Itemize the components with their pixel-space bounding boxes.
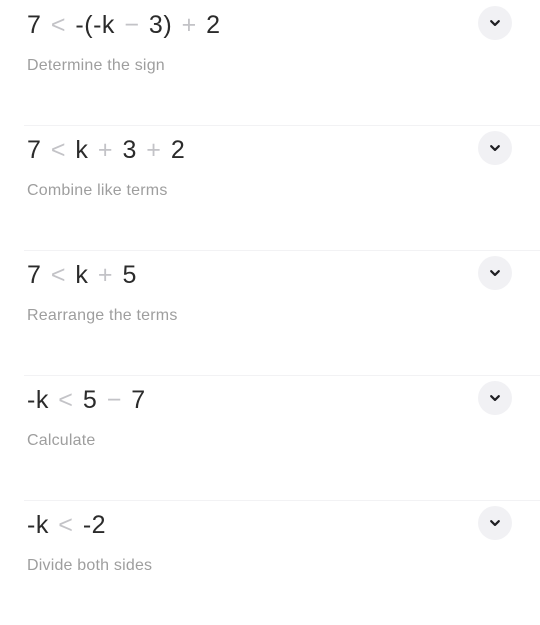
step-expand-button[interactable] [478,381,512,415]
step-expand-button[interactable] [478,131,512,165]
expression-operator: − [124,11,140,39]
expression-operator: + [97,261,113,289]
expression-term: 3 [122,136,137,164]
step-caption: Divide both sides [27,557,153,574]
chevron-down-icon [487,15,503,31]
solution-step-row[interactable]: 7 < k + 5 Rearrange the terms [0,250,540,375]
step-expand-button[interactable] [478,506,512,540]
step-expression: 7 < -(-k − 3) + 2 [27,10,540,40]
expression-term: 7 [131,386,146,414]
expression-operator: < [58,511,74,539]
solution-step-row[interactable]: -k < 5 − 7 Calculate [0,375,540,500]
solution-step-row[interactable]: 7 < -(-k − 3) + 2 Determine the sign [0,0,540,125]
expression-operator: + [146,136,162,164]
expression-term: 5 [122,261,137,289]
expression-term: 2 [206,11,221,39]
step-expression: 7 < k + 5 [27,260,540,290]
step-caption: Combine like terms [27,182,168,199]
expression-term: -(-k [75,11,115,39]
expression-operator: < [50,136,66,164]
step-expression: 7 < k + 3 + 2 [27,135,540,165]
expression-term: 5 [82,386,98,414]
expression-term: 7 [27,136,42,164]
step-expression: -k < 5 − 7 [27,385,540,415]
expression-term: 7 [27,11,42,39]
expression-term: -k [27,386,49,414]
expression-term: k [75,136,89,164]
expression-term: -2 [82,511,107,539]
expression-operator: + [181,11,197,39]
step-caption: Calculate [27,432,96,449]
solution-steps-list: 7 < -(-k − 3) + 2 Determine the sign 7 <… [0,0,540,625]
chevron-down-icon [487,265,503,281]
step-expand-button[interactable] [478,256,512,290]
expression-operator: + [97,136,113,164]
expression-term: -k [27,511,49,539]
expression-operator: − [106,386,122,414]
solution-step-row[interactable]: -k < -2 Divide both sides [0,500,540,625]
chevron-down-icon [487,390,503,406]
step-expression: -k < -2 [27,510,540,540]
expression-operator: < [50,11,66,39]
expression-term: 7 [27,261,42,289]
expression-term: 2 [170,136,186,164]
expression-term: 3) [148,11,173,39]
expression-operator: < [50,261,66,289]
chevron-down-icon [487,140,503,156]
solution-step-row[interactable]: 7 < k + 3 + 2 Combine like terms [0,125,540,250]
expression-term: k [75,261,89,289]
step-caption: Rearrange the terms [27,307,178,324]
expression-operator: < [58,386,74,414]
step-expand-button[interactable] [478,6,512,40]
step-caption: Determine the sign [27,57,165,74]
chevron-down-icon [487,515,503,531]
